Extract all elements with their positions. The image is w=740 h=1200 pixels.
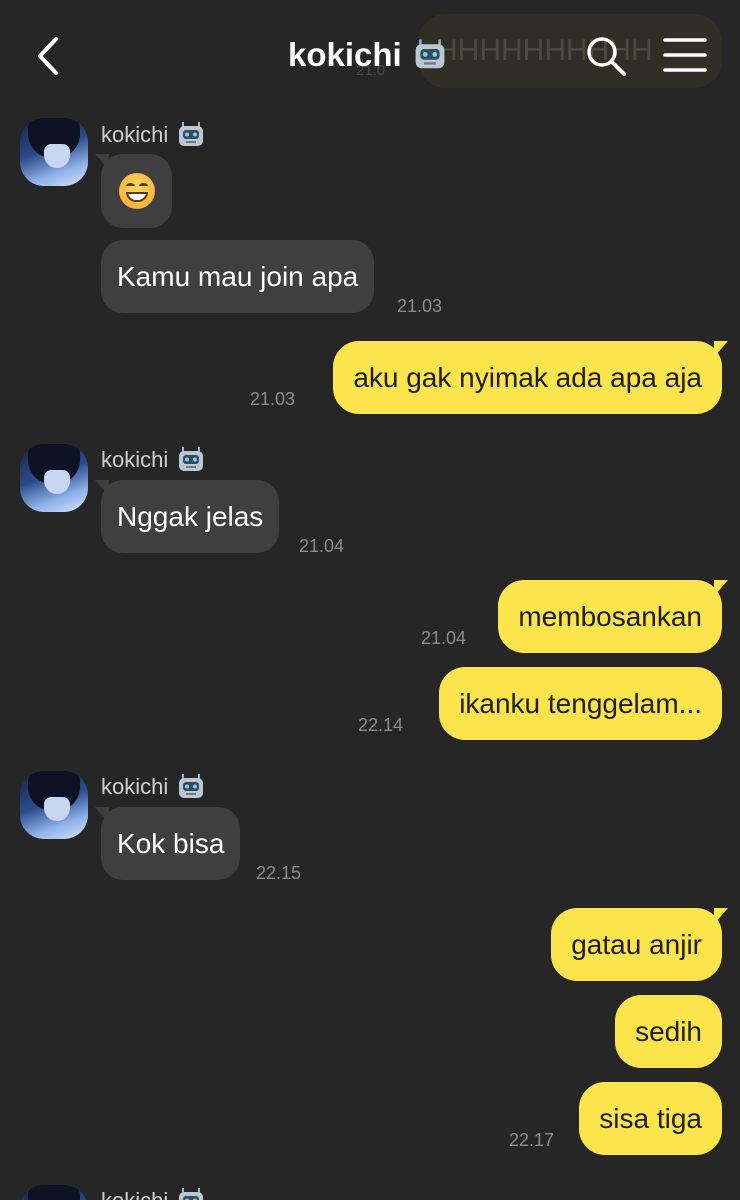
search-button[interactable] xyxy=(584,34,628,78)
grinning-face-emoji xyxy=(118,173,155,209)
incoming-message-bubble[interactable]: Nggak jelas xyxy=(94,480,280,553)
page-title: kokichi xyxy=(288,36,402,73)
back-button[interactable] xyxy=(28,34,68,78)
message-timestamp: 21.04 xyxy=(421,628,467,648)
message-timestamp: 21.03 xyxy=(397,296,443,316)
chevron-left-icon xyxy=(38,37,58,75)
message-text: Kamu mau join apa xyxy=(117,260,359,292)
chat-message-list[interactable]: kokichi Kamu mau join apa 21.03 21.03 ak… xyxy=(0,0,740,1200)
kokichi-avatar[interactable] xyxy=(20,771,88,839)
incoming-emoji-bubble[interactable] xyxy=(95,154,172,228)
outgoing-message-bubble[interactable]: sisa tiga xyxy=(579,1082,722,1155)
robot-icon xyxy=(412,37,448,73)
kokichi-avatar[interactable] xyxy=(20,118,88,186)
sender-name-label: kokichi xyxy=(101,1188,168,1200)
robot-icon xyxy=(176,445,206,475)
message-timestamp: 21.04 xyxy=(299,536,345,556)
kokichi-avatar[interactable] xyxy=(20,444,88,512)
incoming-message-bubble[interactable]: Kok bisa xyxy=(94,807,241,880)
sender-name-label: kokichi xyxy=(101,774,169,799)
sender-name-label: kokichi xyxy=(101,122,169,147)
message-text: sisa tiga xyxy=(599,1102,702,1134)
robot-icon xyxy=(176,772,206,802)
sender-name: kokichi xyxy=(101,772,206,802)
search-icon xyxy=(587,37,626,76)
message-text: aku gak nyimak ada apa aja xyxy=(353,361,702,393)
outgoing-message-bubble[interactable]: aku gak nyimak ada apa aja xyxy=(333,341,728,414)
incoming-message-bubble[interactable]: Kamu mau join apa xyxy=(101,240,375,313)
message-text: Nggak jelas xyxy=(117,500,264,532)
robot-icon xyxy=(176,120,206,150)
message-text: sedih xyxy=(635,1015,702,1047)
kokichi-avatar[interactable] xyxy=(20,1185,88,1200)
outgoing-message-bubble[interactable]: ikanku tenggelam... xyxy=(439,667,722,740)
sender-name: kokichi xyxy=(101,1186,206,1200)
chat-title[interactable]: kokichi xyxy=(288,30,448,80)
message-timestamp: 22.14 xyxy=(358,715,404,735)
message-timestamp: 21.03 xyxy=(250,389,296,409)
sender-name: kokichi xyxy=(101,445,206,475)
hamburger-menu-icon xyxy=(663,38,707,72)
sender-name: kokichi xyxy=(101,120,206,150)
menu-button[interactable] xyxy=(662,36,708,74)
sender-name-label: kokichi xyxy=(101,447,169,472)
outgoing-message-bubble[interactable]: gatau anjir xyxy=(551,908,728,981)
outgoing-message-bubble[interactable]: sedih xyxy=(615,995,722,1068)
message-text: membosankan xyxy=(518,600,702,632)
message-text: ikanku tenggelam... xyxy=(459,687,702,719)
chat-header: HHHHHHHHHH 21.0 kokichi xyxy=(0,0,740,110)
message-text: Kok bisa xyxy=(117,827,225,859)
message-timestamp: 22.15 xyxy=(256,863,302,883)
robot-icon xyxy=(176,1186,206,1200)
message-text: gatau anjir xyxy=(571,928,702,960)
outgoing-message-bubble[interactable]: membosankan xyxy=(498,580,728,653)
message-timestamp: 22.17 xyxy=(509,1130,555,1150)
